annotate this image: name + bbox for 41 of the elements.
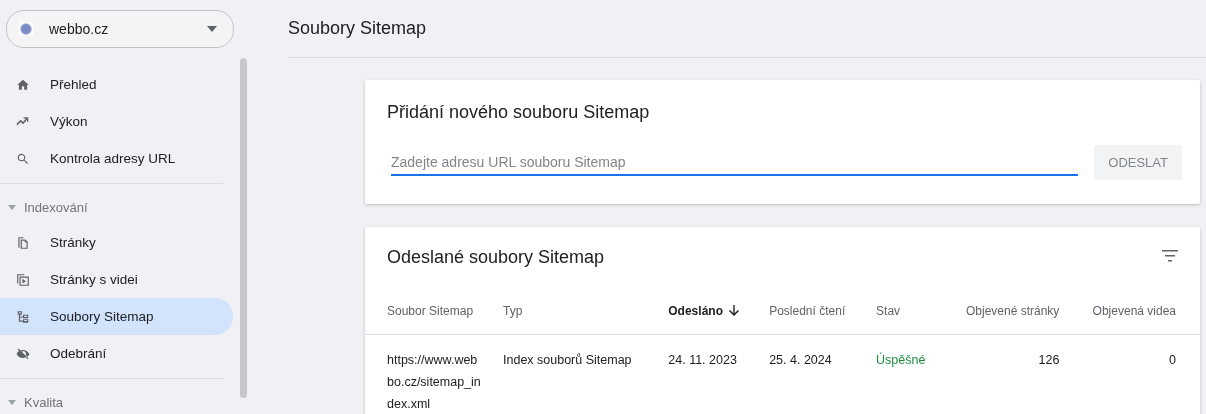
- scrollbar[interactable]: [240, 58, 247, 398]
- sitemap-icon: [16, 309, 30, 324]
- caret-icon: [8, 399, 16, 405]
- column-header[interactable]: Objevené stránky: [943, 290, 1070, 335]
- card-title: Odeslané soubory Sitemap: [387, 246, 605, 268]
- filter-icon[interactable]: [1162, 249, 1178, 262]
- url-input-field[interactable]: Zadejte adresu URL souboru Sitemap: [391, 149, 1079, 176]
- table-cell: 25. 4. 2024: [759, 334, 867, 414]
- caret-icon: [207, 26, 217, 32]
- column-header[interactable]: Stav: [866, 290, 944, 335]
- home-icon: [16, 77, 30, 92]
- nav-item[interactable]: Výkon: [0, 103, 233, 140]
- nav-item[interactable]: Přehled: [0, 66, 233, 103]
- column-header[interactable]: Poslední čtení: [759, 290, 867, 335]
- hidden-eye-icon: [16, 346, 30, 361]
- table-cell: https://www.webbo.cz/sitemap_index.xml: [365, 334, 493, 414]
- column-header[interactable]: Soubor Sitemap: [365, 290, 493, 335]
- nav-item[interactable]: Stránky: [0, 224, 233, 261]
- nav-item[interactable]: Kontrola adresy URL: [0, 140, 233, 177]
- nav-item[interactable]: Odebrání: [0, 335, 233, 372]
- card-title: Přidání nového souboru Sitemap: [386, 101, 651, 123]
- column-header[interactable]: Objevená videa: [1069, 290, 1200, 335]
- table-cell: 24. 11. 2023: [658, 334, 760, 414]
- video-pages-icon: [16, 272, 30, 287]
- status-text: Úspěšné: [866, 334, 944, 414]
- property-selector[interactable]: webbo.cz: [6, 10, 234, 48]
- caret-icon: [8, 204, 16, 210]
- page-title: Soubory Sitemap: [288, 0, 1206, 58]
- table-cell: Index souborů Sitemap: [493, 334, 659, 414]
- nav-item[interactable]: Stránky s videi: [0, 261, 233, 298]
- table-cell: 126: [943, 334, 1070, 414]
- column-header[interactable]: Typ: [493, 290, 659, 335]
- search-icon: [16, 151, 30, 166]
- pages-icon: [16, 235, 30, 250]
- nav-item[interactable]: Soubory Sitemap: [0, 298, 233, 335]
- section-header[interactable]: Kvalita: [0, 385, 233, 414]
- globe-icon: [19, 22, 33, 36]
- arrow-down-icon: [728, 305, 739, 316]
- table-cell: 0: [1069, 334, 1200, 414]
- column-header[interactable]: Odesláno: [658, 290, 760, 335]
- section-header[interactable]: Indexování: [0, 190, 233, 224]
